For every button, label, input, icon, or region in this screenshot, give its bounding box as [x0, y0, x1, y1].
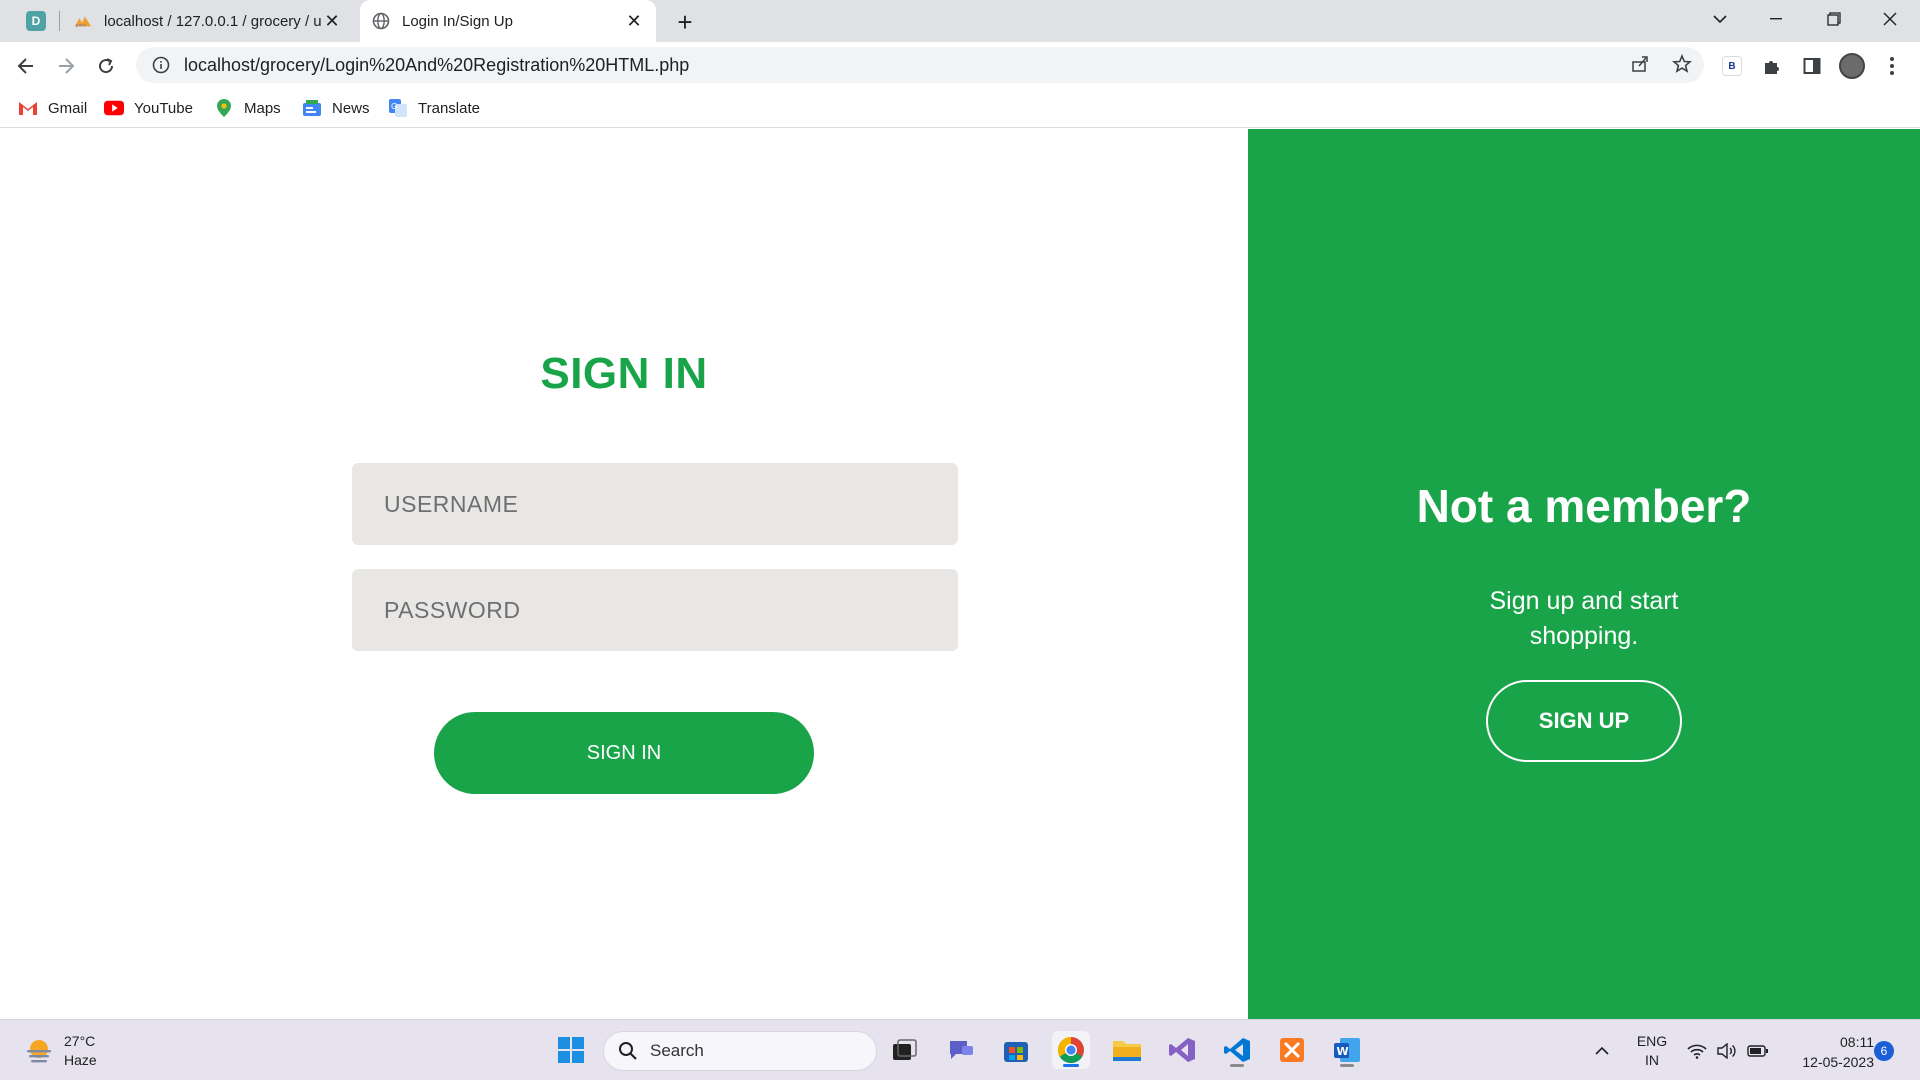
word-icon[interactable]: W — [1328, 1031, 1366, 1069]
bookmark-label: Maps — [244, 99, 281, 117]
weather-widget[interactable]: 27°C Haze — [24, 1032, 97, 1070]
system-clock[interactable]: 08:11 12-05-2023 — [1782, 1032, 1874, 1072]
bookmark-maps[interactable]: Maps — [214, 96, 281, 120]
share-icon[interactable] — [1626, 50, 1654, 78]
clock-time: 08:11 — [1840, 1034, 1874, 1050]
bookmark-label: Translate — [418, 99, 480, 117]
battery-icon[interactable] — [1744, 1020, 1772, 1081]
bookmarks-bar: Gmail YouTube Maps News G Translate — [0, 88, 1920, 128]
tab-label: localhost / 127.0.0.1 / grocery / u — [104, 12, 322, 30]
bookmark-translate[interactable]: G Translate — [388, 96, 480, 120]
tab-phpmyadmin[interactable]: pma localhost / 127.0.0.1 / grocery / u … — [62, 0, 354, 42]
signin-panel: SIGN IN SIGN IN — [0, 129, 1248, 1019]
password-input[interactable] — [352, 569, 958, 651]
active-indicator — [1063, 1064, 1079, 1067]
bookmark-gmail[interactable]: Gmail — [18, 96, 87, 120]
taskbar: 27°C Haze Search W ENG IN 08:11 12-05-20… — [0, 1019, 1920, 1080]
windows-start-icon[interactable] — [552, 1031, 590, 1069]
extensions-puzzle-icon[interactable] — [1756, 50, 1788, 82]
search-icon — [618, 1041, 638, 1061]
browser-toolbar: localhost/grocery/Login%20And%20Registra… — [0, 42, 1920, 88]
chrome-taskbar-icon[interactable] — [1052, 1031, 1090, 1069]
page-content: SIGN IN SIGN IN Not a member? Sign up an… — [0, 129, 1920, 1019]
extension-b-icon[interactable]: B — [1716, 50, 1748, 82]
site-info-icon[interactable] — [152, 56, 170, 74]
close-window-button[interactable] — [1862, 0, 1918, 38]
microsoft-store-icon[interactable] — [997, 1031, 1035, 1069]
youtube-icon — [104, 98, 124, 118]
globe-icon — [372, 12, 390, 30]
wifi-icon[interactable] — [1684, 1020, 1710, 1081]
restore-button[interactable] — [1806, 0, 1862, 38]
language-code: ENG — [1636, 1032, 1668, 1049]
phpmyadmin-icon: pma — [74, 12, 92, 30]
address-bar[interactable]: localhost/grocery/Login%20And%20Registra… — [136, 47, 1704, 83]
gmail-icon — [18, 98, 38, 118]
minimize-button[interactable] — [1748, 0, 1804, 38]
weather-desc: Haze — [64, 1052, 97, 1068]
weather-temp: 27°C — [64, 1033, 96, 1049]
svg-text:G: G — [391, 102, 397, 111]
pinned-tab[interactable]: D — [14, 7, 58, 35]
chrome-menu-icon[interactable] — [1876, 50, 1908, 82]
bookmark-star-icon[interactable] — [1668, 50, 1696, 78]
taskbar-search-box[interactable]: Search — [603, 1031, 877, 1071]
new-tab-button[interactable]: + — [668, 5, 702, 39]
username-input[interactable] — [352, 463, 958, 545]
clock-date: 12-05-2023 — [1802, 1054, 1874, 1070]
tab-login-signup[interactable]: Login In/Sign Up ✕ — [360, 0, 656, 42]
side-panel-icon[interactable] — [1796, 50, 1828, 82]
signup-panel-subtitle: Sign up and start shopping. — [1489, 587, 1679, 650]
tab-close-icon[interactable]: ✕ — [624, 11, 644, 31]
teams-chat-icon[interactable] — [942, 1031, 980, 1069]
show-hidden-icons-chevron[interactable] — [1588, 1020, 1616, 1081]
running-indicator — [1230, 1064, 1244, 1067]
language-indicator[interactable]: ENG IN — [1630, 1020, 1674, 1081]
news-icon — [302, 98, 322, 118]
tab-search-icon[interactable] — [1692, 0, 1748, 38]
signin-button[interactable]: SIGN IN — [434, 712, 814, 794]
bookmark-youtube[interactable]: YouTube — [104, 96, 193, 120]
signup-button[interactable]: SIGN UP — [1486, 680, 1682, 762]
extension-badge: B — [1722, 56, 1742, 76]
signup-panel: Not a member? Sign up and start shopping… — [1248, 129, 1920, 1019]
signup-panel-title: Not a member? — [1416, 480, 1752, 532]
taskbar-search-label: Search — [650, 1041, 704, 1060]
tab-strip: D pma localhost / 127.0.0.1 / grocery / … — [0, 0, 1920, 42]
svg-text:pma: pma — [76, 23, 86, 28]
tab-label: Login In/Sign Up — [402, 12, 513, 30]
language-region: IN — [1645, 1051, 1659, 1068]
file-explorer-icon[interactable] — [1108, 1031, 1146, 1069]
translate-icon: G — [388, 98, 408, 118]
address-url: localhost/grocery/Login%20And%20Registra… — [184, 54, 690, 75]
svg-text:W: W — [1337, 1045, 1349, 1058]
haze-sun-icon — [24, 1036, 54, 1066]
forward-button[interactable] — [50, 50, 82, 82]
signin-title: SIGN IN — [540, 349, 708, 398]
running-indicator — [1340, 1064, 1354, 1067]
tab-separator — [59, 11, 60, 31]
bookmark-label: News — [332, 99, 370, 117]
xampp-icon[interactable] — [1273, 1031, 1311, 1069]
vscode-icon[interactable] — [1218, 1031, 1256, 1069]
back-button[interactable] — [10, 50, 42, 82]
visual-studio-icon[interactable] — [1163, 1031, 1201, 1069]
task-view-icon[interactable] — [886, 1031, 924, 1069]
bookmark-label: Gmail — [48, 99, 88, 117]
volume-icon[interactable] — [1714, 1020, 1740, 1081]
maps-icon — [214, 98, 234, 118]
pinned-tab-favicon-icon: D — [26, 11, 46, 31]
notification-badge[interactable]: 6 — [1874, 1041, 1894, 1061]
bookmark-news[interactable]: News — [302, 96, 370, 120]
reload-button[interactable] — [90, 50, 122, 82]
profile-avatar[interactable] — [1836, 50, 1868, 82]
tab-close-icon[interactable]: ✕ — [322, 11, 342, 31]
bookmark-label: YouTube — [134, 99, 193, 117]
